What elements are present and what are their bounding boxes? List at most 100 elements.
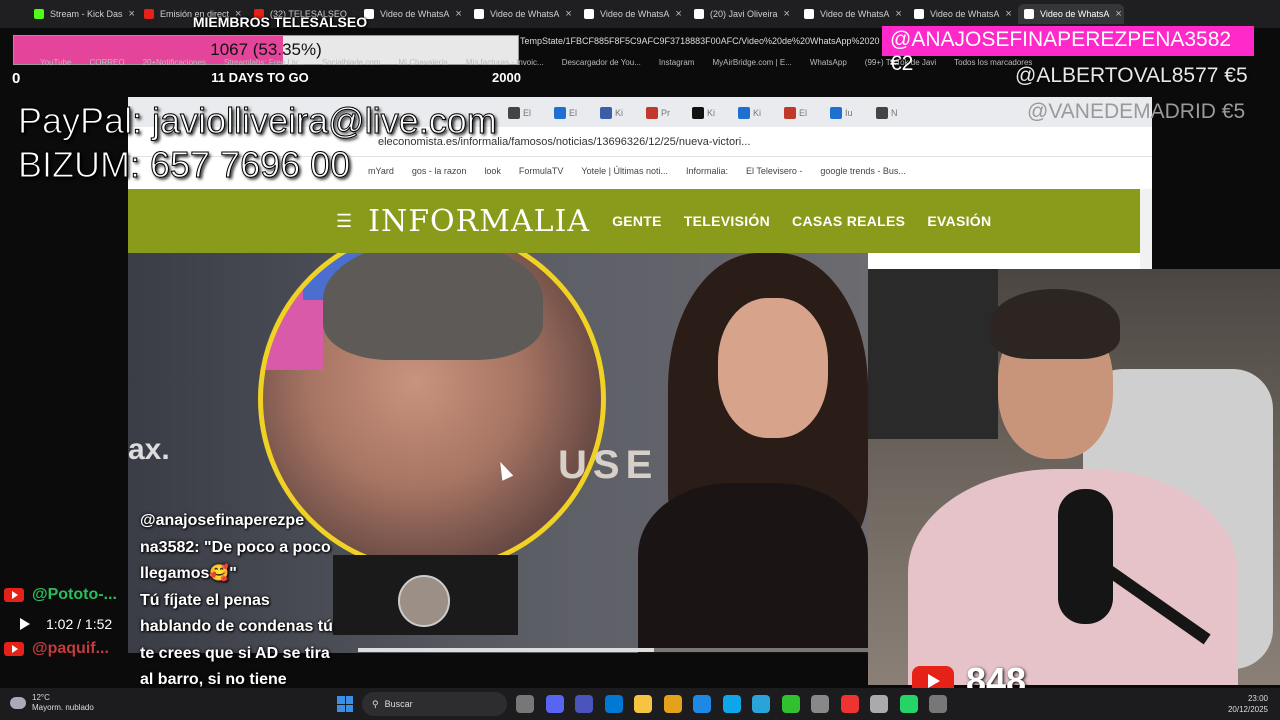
bookmark-item[interactable]: YouTube: [40, 58, 71, 72]
taskbar-app-icon[interactable]: [929, 695, 947, 713]
inner-tab[interactable]: N: [876, 105, 898, 121]
nav-casas-reales[interactable]: CASAS REALES: [792, 213, 905, 229]
inner-tab[interactable]: El: [554, 105, 577, 121]
player-time: 1:02 / 1:52: [46, 616, 113, 632]
browser-tab[interactable]: Video de WhatsA ×: [468, 4, 574, 24]
bookmark-item[interactable]: mYard: [368, 166, 394, 176]
inner-tab[interactable]: El: [508, 105, 531, 121]
youtube-icon: [4, 642, 24, 656]
cloud-icon: [10, 697, 26, 709]
taskbar-app-icon[interactable]: [575, 695, 593, 713]
browser-tab[interactable]: (20) Javi Oliveira ×: [688, 4, 794, 24]
tab-favicon-icon: [600, 107, 612, 119]
bookmark-item[interactable]: Mis facturas - Invoic...: [466, 58, 544, 72]
bookmark-item[interactable]: Socialblade.com: [322, 58, 381, 72]
bookmark-item[interactable]: 20+Notificaciones: [143, 58, 206, 72]
inner-scrollbar[interactable]: [1140, 189, 1152, 269]
windows-start-icon[interactable]: [337, 696, 353, 712]
nav-evasion[interactable]: EVASIÓN: [927, 213, 991, 229]
bookmark-item[interactable]: FormulaTV: [519, 166, 564, 176]
search-placeholder: Buscar: [384, 699, 413, 709]
goal-max: 2000: [492, 70, 521, 85]
bookmark-item[interactable]: look: [484, 166, 501, 176]
close-icon[interactable]: ×: [784, 8, 790, 20]
taskbar-search[interactable]: ⚲ Buscar: [362, 692, 507, 716]
play-icon[interactable]: [20, 618, 30, 630]
taskbar-app-icon[interactable]: [811, 695, 829, 713]
bookmark-item[interactable]: MyAirBridge.com | E...: [712, 58, 791, 72]
weather-temp: 12°C: [32, 693, 50, 702]
taskbar-app-icon[interactable]: [516, 695, 534, 713]
bookmark-item[interactable]: Informalia:: [686, 166, 728, 176]
inner-tab[interactable]: Ki: [600, 105, 623, 121]
tab-label: Video de WhatsA: [1040, 9, 1110, 19]
bookmark-item[interactable]: El Televisero -: [746, 166, 802, 176]
bookmark-item[interactable]: google trends - Bus...: [820, 166, 906, 176]
outer-address-bar[interactable]: TempState/1FBCF885F8F5C9AFC9F3718883F00A…: [520, 36, 880, 50]
close-icon[interactable]: ×: [675, 8, 681, 20]
bookmark-item[interactable]: Descargador de You...: [562, 58, 641, 72]
tab-label: Video de WhatsA: [600, 9, 670, 19]
bookmark-item[interactable]: Instagram: [659, 58, 695, 72]
clock-date: 20/12/2025: [1227, 705, 1268, 714]
inner-tab[interactable]: Iu: [830, 105, 853, 121]
taskbar-clock[interactable]: 23:00 20/12/2025: [1228, 693, 1268, 715]
inner-tab[interactable]: El: [784, 105, 807, 121]
tab-favicon-icon: [34, 9, 44, 19]
tab-label: Ki: [707, 108, 716, 118]
bookmark-item[interactable]: Streamlabs: Free Liv...: [224, 58, 304, 72]
browser-tab[interactable]: Video de WhatsA ×: [578, 4, 684, 24]
tab-favicon-icon: [694, 9, 704, 19]
taskbar-app-icon[interactable]: [722, 695, 741, 713]
tab-favicon-icon: [784, 107, 796, 119]
bookmark-item[interactable]: CORREO: [89, 58, 124, 72]
man-hair: [323, 253, 543, 360]
woman-face: [718, 298, 828, 438]
taskbar-app-icon[interactable]: [634, 695, 652, 713]
tab-label: Ki: [615, 108, 624, 118]
avatar: [398, 575, 450, 627]
site-logo[interactable]: INFORMALIA: [368, 204, 590, 239]
browser-tab[interactable]: Stream - Kick Das ×: [28, 4, 134, 24]
donation-alert-3: @VANEDEMADRID €5: [1027, 100, 1246, 123]
tab-label: Ki: [753, 108, 762, 118]
taskbar-app-icon[interactable]: [693, 695, 711, 713]
browser-tab[interactable]: Video de WhatsA ×: [908, 4, 1014, 24]
taskbar-app-icon[interactable]: [663, 695, 682, 713]
taskbar-app-icon[interactable]: [840, 695, 859, 713]
browser-tab[interactable]: Video de WhatsA ×: [1018, 4, 1124, 24]
video-thumbnail[interactable]: [333, 555, 518, 635]
bookmark-item[interactable]: Yotele | Últimas noti...: [581, 166, 668, 176]
close-icon[interactable]: ×: [455, 8, 461, 20]
taskbar-app-icon[interactable]: [899, 695, 918, 713]
taskbar-app-icon[interactable]: [604, 695, 623, 713]
tab-favicon-icon: [692, 107, 704, 119]
nav-television[interactable]: TELEVISIÓN: [684, 213, 770, 229]
close-icon[interactable]: ×: [1005, 8, 1011, 20]
weather-widget[interactable]: 12°C Mayorm. nublado: [10, 693, 94, 713]
taskbar-app-icon[interactable]: [752, 695, 770, 713]
woman-body: [638, 483, 868, 653]
bookmark-item[interactable]: Mi Chavalería: [399, 58, 448, 72]
close-icon[interactable]: ×: [565, 8, 571, 20]
browser-tab[interactable]: Video de WhatsA ×: [798, 4, 904, 24]
tab-favicon-icon: [804, 9, 814, 19]
side-chat-item: @Pototo-...: [4, 586, 117, 604]
inner-tab[interactable]: Ki: [692, 105, 715, 121]
tab-favicon-icon: [1024, 9, 1034, 19]
taskbar-app-icon[interactable]: [781, 695, 800, 713]
video-progress-bar[interactable]: [358, 648, 868, 652]
close-icon[interactable]: ×: [1115, 8, 1121, 20]
taskbar-app-icon[interactable]: [870, 695, 888, 713]
menu-icon[interactable]: ☰: [336, 211, 352, 232]
donation-alert-2: @ALBERTOVAL8577 €5: [1015, 64, 1248, 87]
inner-tab[interactable]: Ki: [738, 105, 761, 121]
nav-gente[interactable]: GENTE: [612, 213, 662, 229]
close-icon[interactable]: ×: [895, 8, 901, 20]
tab-label: Video de WhatsA: [820, 9, 890, 19]
taskbar-app-icon[interactable]: [545, 695, 564, 713]
bookmark-item[interactable]: gos - la razon: [412, 166, 467, 176]
side-chat-name: @Pototo-...: [32, 586, 117, 603]
inner-tab[interactable]: Pr: [646, 105, 670, 121]
bookmark-item[interactable]: WhatsApp: [810, 58, 847, 72]
